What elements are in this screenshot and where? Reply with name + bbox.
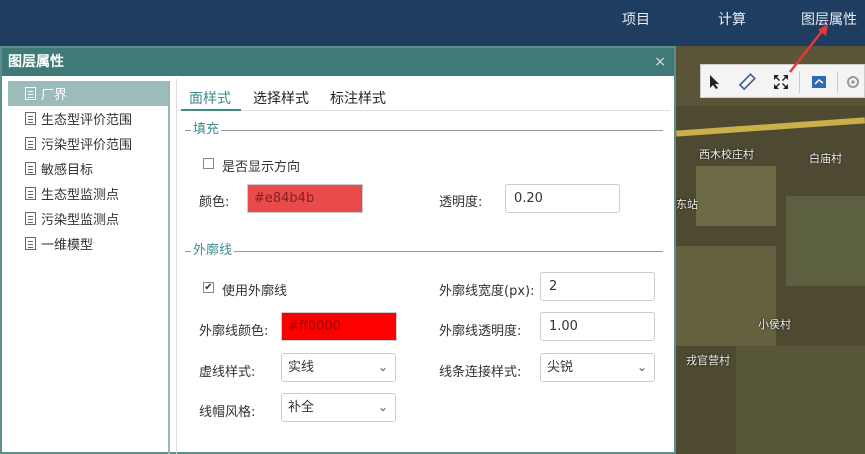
layer-item-label: 污染型监测点 xyxy=(41,213,120,228)
fill-opacity-input[interactable]: 0.20 xyxy=(505,184,620,213)
map-label: 西木校庄村 xyxy=(699,148,754,161)
file-icon xyxy=(25,87,36,100)
layer-item-label: 敏感目标 xyxy=(41,163,94,178)
tab-select-style[interactable]: 选择样式 xyxy=(253,88,309,108)
file-icon xyxy=(25,162,36,175)
dash-style-value: 实线 xyxy=(288,360,315,375)
dash-style-select[interactable]: 实线 ⌄ xyxy=(281,353,396,382)
map-label: 小侯村 xyxy=(758,318,791,331)
ruler-icon[interactable] xyxy=(737,72,757,92)
layer-item-pollution-range[interactable]: 污染型评价范围 xyxy=(8,131,168,156)
dialog-title: 图层属性 xyxy=(8,54,64,70)
fill-color-picker[interactable]: #e84b4b xyxy=(247,184,363,213)
map-toolbar xyxy=(700,64,865,98)
outline-opacity-input[interactable]: 1.00 xyxy=(540,312,655,341)
show-direction-label: 是否显示方向 xyxy=(222,160,301,175)
use-outline-label: 使用外廓线 xyxy=(222,284,288,299)
layer-item-label: 一维模型 xyxy=(41,238,94,253)
nav-compute[interactable]: 计算 xyxy=(718,9,746,29)
file-icon xyxy=(25,112,36,125)
layer-properties-dialog: 图层属性 × 厂界 生态型评价范围 污染型评价范围 敏感目标 生态型监测点 污染… xyxy=(0,46,676,454)
line-cap-value: 补全 xyxy=(288,400,315,415)
map-field xyxy=(696,166,776,226)
map-layer-icon[interactable] xyxy=(809,72,829,92)
line-join-select[interactable]: 尖锐 ⌄ xyxy=(540,353,655,382)
map-label: 戎官营村 xyxy=(686,354,730,367)
nav-project[interactable]: 项目 xyxy=(622,9,650,29)
outline-opacity-label: 外廓线透明度: xyxy=(439,324,522,339)
outline-section-title: 外廓线 xyxy=(191,242,235,260)
chevron-down-icon: ⌄ xyxy=(377,400,388,414)
outline-width-input[interactable]: 2 xyxy=(540,272,655,301)
toolbar-divider xyxy=(837,71,838,93)
fullscreen-icon[interactable] xyxy=(771,72,791,92)
layer-item-eco-range[interactable]: 生态型评价范围 xyxy=(8,106,168,131)
line-join-value: 尖锐 xyxy=(547,360,574,375)
fill-color-label: 颜色: xyxy=(199,195,230,210)
tab-face-style[interactable]: 面样式 xyxy=(189,88,231,108)
file-icon xyxy=(25,137,36,150)
layer-tree: 厂界 生态型评价范围 污染型评价范围 敏感目标 生态型监测点 污染型监测点 一维… xyxy=(8,81,170,454)
file-icon xyxy=(25,187,36,200)
fill-section-header: 填充 xyxy=(185,121,663,139)
map-field xyxy=(786,196,865,286)
layer-item-label: 生态型监测点 xyxy=(41,188,120,203)
layer-item-label: 污染型评价范围 xyxy=(41,138,133,153)
active-tab-indicator xyxy=(181,109,241,111)
style-tabs: 面样式 选择样式 标注样式 xyxy=(177,79,670,111)
line-join-label: 线条连接样式: xyxy=(439,365,522,380)
layer-item-boundary[interactable]: 厂界 xyxy=(8,81,168,106)
chevron-down-icon: ⌄ xyxy=(377,360,388,374)
top-navbar: 项目 计算 图层属性 xyxy=(0,0,865,46)
map-road xyxy=(676,117,865,137)
layer-item-sensitive-target[interactable]: 敏感目标 xyxy=(8,156,168,181)
outline-color-picker[interactable]: #ff0000 xyxy=(281,312,397,341)
nav-layer-properties[interactable]: 图层属性 xyxy=(801,9,857,29)
map-label: 白庙村 xyxy=(809,152,842,165)
tab-label-style[interactable]: 标注样式 xyxy=(330,88,386,108)
file-icon xyxy=(25,237,36,250)
settings-icon[interactable] xyxy=(843,72,863,92)
chevron-down-icon: ⌄ xyxy=(636,360,647,374)
dialog-header: 图层属性 × xyxy=(2,48,674,76)
outline-width-label: 外廓线宽度(px): xyxy=(439,284,535,299)
layer-item-label: 厂界 xyxy=(41,88,68,103)
line-cap-select[interactable]: 补全 ⌄ xyxy=(281,393,396,422)
layer-item-pollution-monitor[interactable]: 污染型监测点 xyxy=(8,206,168,231)
dash-style-label: 虚线样式: xyxy=(199,365,256,380)
show-direction-checkbox[interactable] xyxy=(203,158,214,169)
map-field xyxy=(736,346,865,454)
layer-item-label: 生态型评价范围 xyxy=(41,113,133,128)
section-divider xyxy=(185,130,663,131)
layer-item-eco-monitor[interactable]: 生态型监测点 xyxy=(8,181,168,206)
layer-item-1d-model[interactable]: 一维模型 xyxy=(8,231,168,256)
style-panel: 面样式 选择样式 标注样式 填充 是否显示方向 颜色: #e84b4b 透明度:… xyxy=(176,79,670,454)
fill-section-title: 填充 xyxy=(191,121,222,139)
file-icon xyxy=(25,212,36,225)
close-icon[interactable]: × xyxy=(654,48,666,76)
fill-opacity-label: 透明度: xyxy=(439,195,483,210)
use-outline-checkbox[interactable]: ✔ xyxy=(203,282,214,293)
line-cap-label: 线帽风格: xyxy=(199,405,256,420)
outline-section-header: 外廓线 xyxy=(185,242,663,260)
toolbar-divider xyxy=(799,71,800,93)
map-label: 东站 xyxy=(676,198,698,211)
satellite-map[interactable]: 西木校庄村 白庙村 东站 小侯村 戎官营村 xyxy=(676,46,865,454)
section-divider xyxy=(185,251,663,252)
pointer-icon[interactable] xyxy=(705,72,725,92)
outline-color-label: 外廓线颜色: xyxy=(199,324,269,339)
